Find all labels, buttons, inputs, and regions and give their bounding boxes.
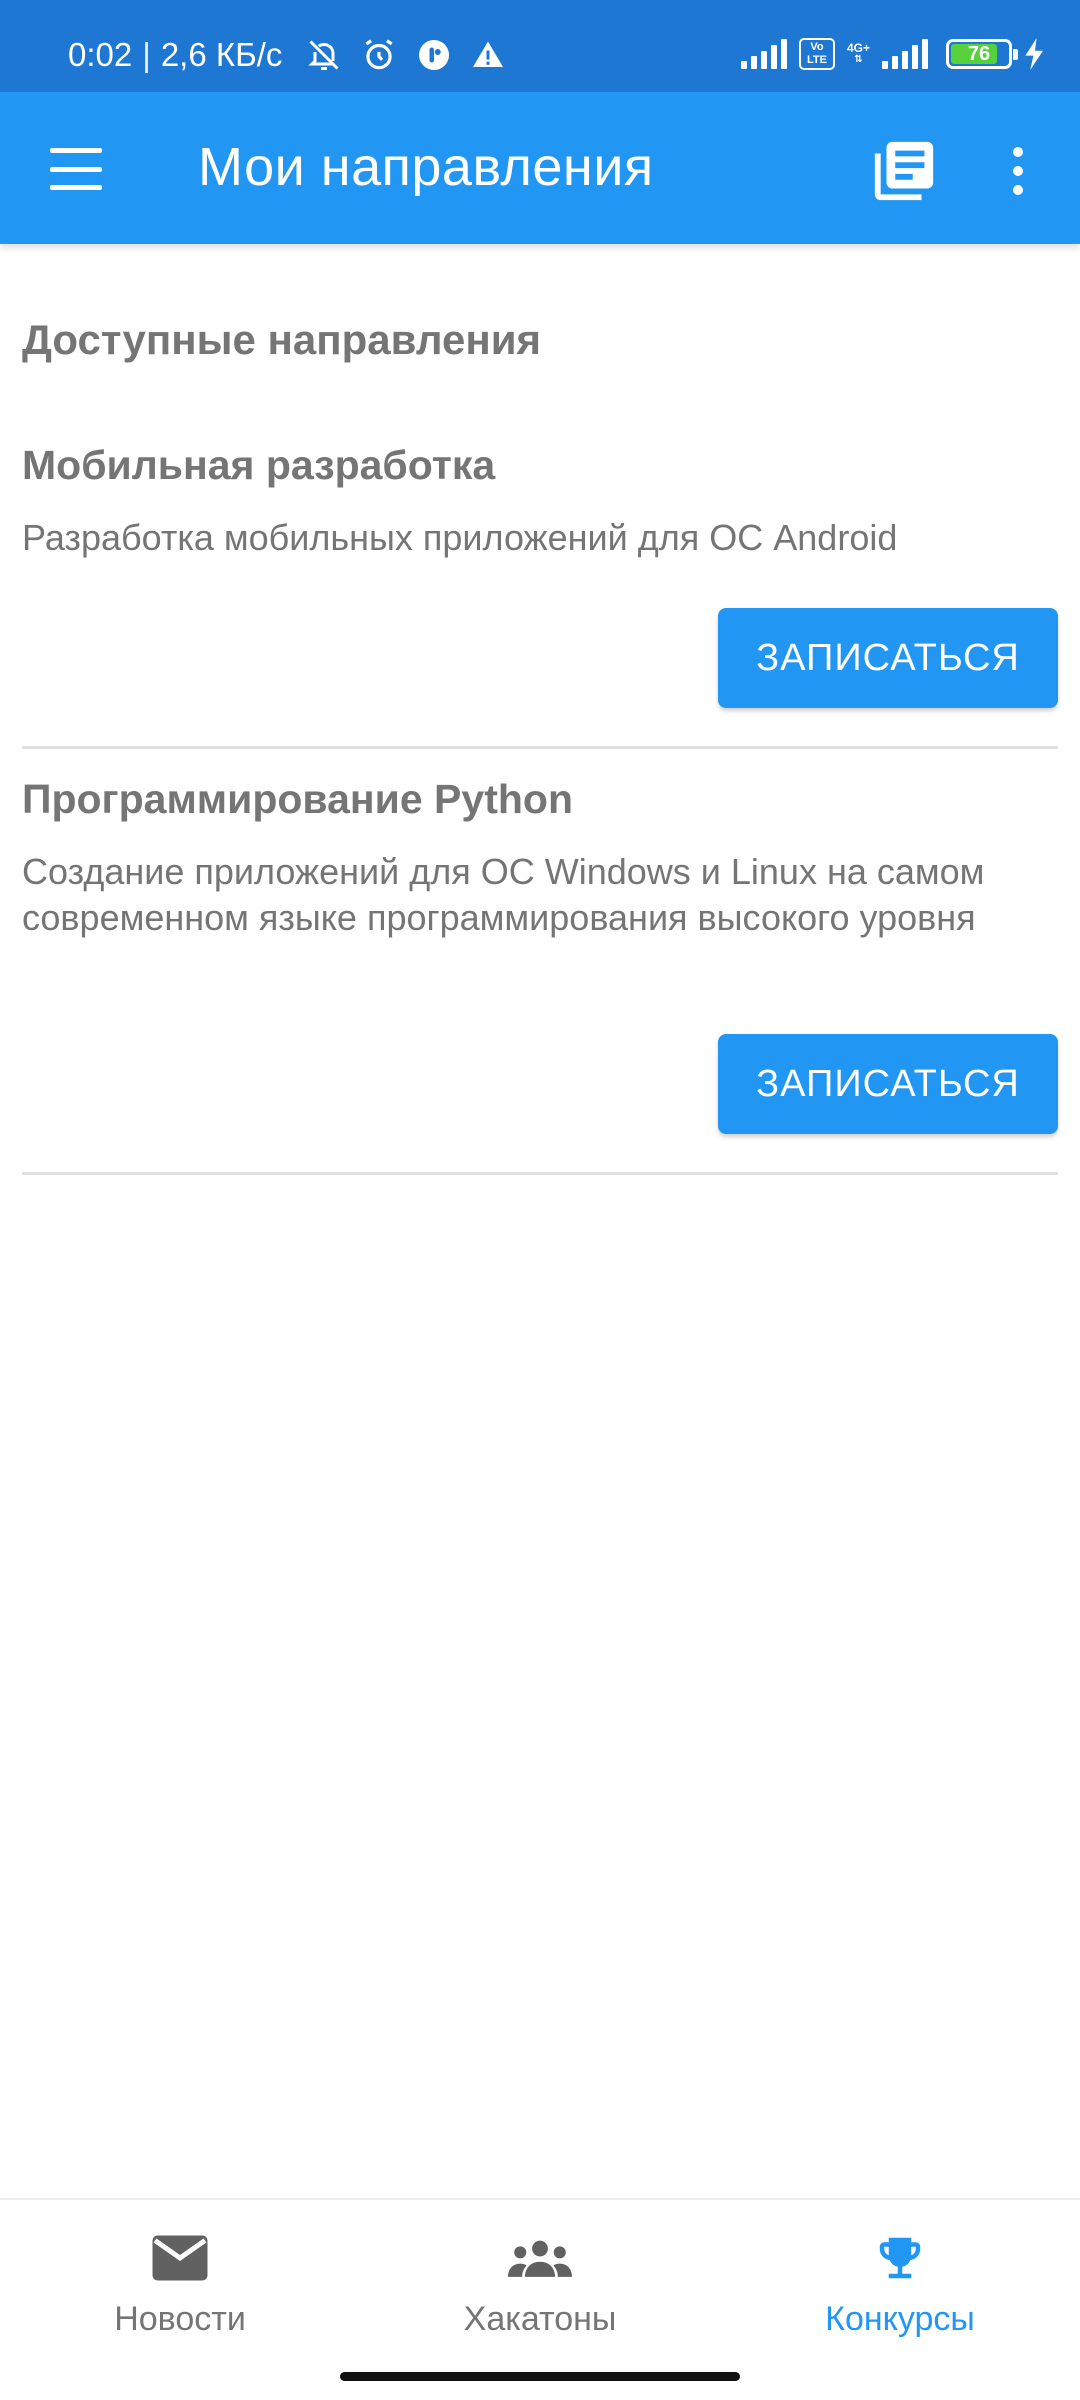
status-separator: | xyxy=(142,36,151,73)
status-time: 0:02 xyxy=(68,36,133,73)
course-title: Мобильная разработка xyxy=(22,442,496,488)
alarm-icon xyxy=(365,39,393,70)
nav-item-contests[interactable]: Конкурсы xyxy=(750,2230,1050,2339)
signal-1-icon xyxy=(740,39,787,69)
network-type: 4G+ ⇅ xyxy=(846,41,870,65)
nav-label: Новости xyxy=(114,2300,246,2338)
library-books-icon[interactable] xyxy=(866,136,942,206)
more-vert-icon[interactable] xyxy=(994,136,1042,206)
menu-icon[interactable] xyxy=(44,142,108,196)
network-label: 4G+ xyxy=(846,41,870,55)
enroll-button-mobile[interactable]: ЗАПИСАТЬСЯ xyxy=(718,608,1058,708)
nav-item-news[interactable]: Новости xyxy=(30,2230,330,2339)
nav-item-hackathons[interactable]: Хакатоны xyxy=(390,2230,690,2339)
mail-icon xyxy=(148,2230,212,2286)
warning-icon xyxy=(473,41,504,67)
page-title: Мои направления xyxy=(198,137,654,197)
bell-off-icon xyxy=(308,40,339,70)
home-indicator[interactable] xyxy=(340,2372,740,2381)
nav-label: Конкурсы xyxy=(825,2300,975,2338)
status-left: 0:02 | 2,6 КБ/с xyxy=(68,36,506,74)
status-right: Vo LTE 4G+ ⇅ 76 xyxy=(740,38,1046,70)
battery-icon: 76 xyxy=(946,39,1018,69)
messenger-icon xyxy=(419,40,450,70)
bottom-navigation: Новости Хакатоны Конкурсы xyxy=(0,2198,1080,2400)
trophy-icon xyxy=(868,2230,932,2286)
status-bar: 0:02 | 2,6 КБ/с Vo LTE 4G+ ⇅ 76 xyxy=(0,0,1080,92)
course-card-python: Программирование Python Создание приложе… xyxy=(22,776,1058,941)
divider xyxy=(22,1172,1058,1175)
course-description: Разработка мобильных приложений для ОС A… xyxy=(22,517,898,558)
course-title: Программирование Python xyxy=(22,776,573,822)
nav-label: Хакатоны xyxy=(463,2300,617,2338)
course-description: Создание приложений для ОС Windows и Lin… xyxy=(22,851,985,938)
status-net-speed: 2,6 КБ/с xyxy=(160,36,283,73)
charging-icon xyxy=(1025,38,1043,70)
course-card-mobile: Мобильная разработка Разработка мобильны… xyxy=(22,442,1058,561)
enroll-button-python[interactable]: ЗАПИСАТЬСЯ xyxy=(718,1034,1058,1134)
volte-icon: Vo LTE xyxy=(798,38,835,70)
group-icon xyxy=(508,2230,572,2286)
signal-2-icon xyxy=(882,39,928,69)
divider xyxy=(22,746,1058,749)
battery-level: 76 xyxy=(967,43,991,65)
section-heading: Доступные направления xyxy=(22,316,542,363)
app-bar: Мои направления xyxy=(0,92,1080,244)
